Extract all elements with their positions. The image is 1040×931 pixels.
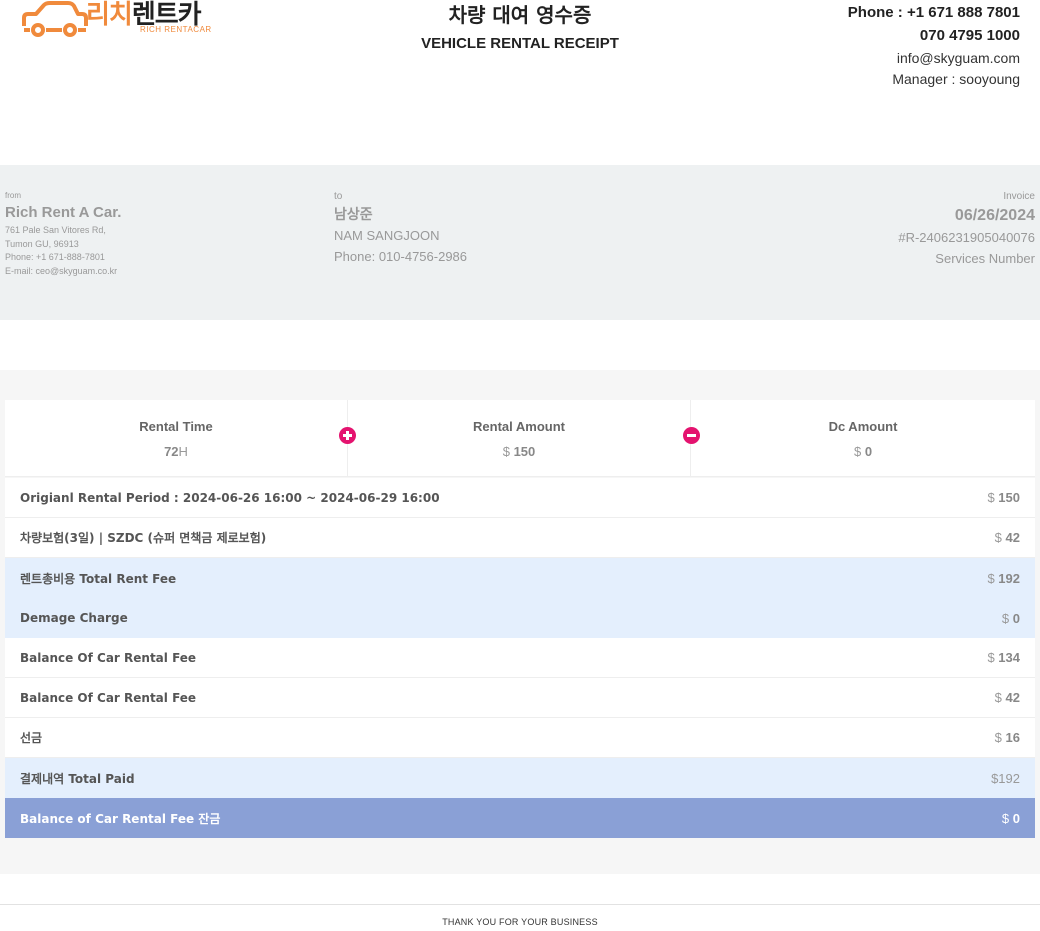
line-item-rental-period: Origianl Rental Period : 2024-06-26 16:0… xyxy=(5,478,1035,518)
rental-time-value: 72H xyxy=(5,444,347,460)
line-item-insurance: 차량보험(3일) | SZDC (슈퍼 면책금 제로보험) $ 42 xyxy=(5,518,1035,558)
invoice-date: 06/26/2024 xyxy=(954,207,1035,224)
line-item-amount: $ 192 xyxy=(987,571,1020,586)
line-item-label: 렌트총비용 Total Rent Fee xyxy=(20,571,177,586)
rental-amount-currency: $ xyxy=(502,444,510,459)
rental-time-label: Rental Time xyxy=(139,419,213,434)
to-phone: Phone: 010-4756-2986 xyxy=(334,249,468,264)
line-item-damage-charge: Demage Charge $ 0 xyxy=(5,598,1035,638)
line-item-amount: $ 0 xyxy=(1002,611,1020,626)
line-item-currency: $ xyxy=(994,530,1002,545)
line-item-amount: $192 xyxy=(991,771,1020,786)
line-item-currency: $ xyxy=(1001,610,1010,626)
from-label: from xyxy=(5,191,21,200)
rental-amount-label: Rental Amount xyxy=(473,419,565,434)
line-item-currency: $ xyxy=(1001,810,1010,826)
contact-phone-secondary: 070 4795 1000 xyxy=(919,27,1020,44)
line-item-amount: $ 42 xyxy=(995,530,1020,545)
footer-thanks: THANK YOU FOR YOUR BUSINESS xyxy=(442,917,598,927)
line-item-amount: $ 0 xyxy=(1002,811,1020,826)
line-item-total-paid: 결제내역 Total Paid $192 xyxy=(5,758,1035,798)
contact-manager: Manager : sooyoung xyxy=(892,71,1020,87)
to-block: to 남상준 NAM SANGJOON Phone: 010-4756-2986 xyxy=(334,191,467,267)
line-item-amount: $ 134 xyxy=(987,650,1020,665)
from-address-line2: Tumon GU, 96913 xyxy=(5,238,79,249)
contact-phone: Phone : +1 671 888 7801 xyxy=(847,4,1020,21)
dc-amount-label: Dc Amount xyxy=(828,419,898,434)
line-item-label: 선금 xyxy=(20,731,43,745)
from-address-line1: 761 Pale San Vitores Rd, xyxy=(5,225,106,235)
line-item-value: 150 xyxy=(998,490,1020,505)
car-logo-icon xyxy=(22,1,88,37)
line-item-total-rent-fee: 렌트총비용 Total Rent Fee $ 192 xyxy=(5,558,1035,598)
invoice-label: Invoice xyxy=(1003,191,1035,202)
rental-time-number: 72 xyxy=(164,444,179,459)
services-number-label: Services Number xyxy=(935,251,1035,266)
receipt-panel: Rental Time 72H Rental Amount $ 150 Dc A… xyxy=(0,370,1040,874)
line-item-value: 42 xyxy=(1005,530,1020,545)
receipt-line-items: Origianl Rental Period : 2024-06-26 16:0… xyxy=(5,478,1035,838)
invoice-block: Invoice 06/26/2024 #R-2406231905040076 S… xyxy=(898,191,1035,269)
dc-amount-cell: Dc Amount $ 0 xyxy=(691,400,1035,477)
from-phone: Phone: +1 671-888-7801 xyxy=(5,252,105,262)
rental-amount-value: $ 150 xyxy=(348,444,690,460)
line-item-value: 42 xyxy=(1005,690,1020,705)
invoice-number: #R-2406231905040076 xyxy=(898,230,1035,245)
line-item-deposit: 선금 $ 16 xyxy=(5,718,1035,758)
line-item-amount: $ 150 xyxy=(987,490,1020,505)
line-item-label: Balance Of Car Rental Fee xyxy=(20,650,197,665)
receipt-title-english: VEHICLE RENTAL RECEIPT xyxy=(421,35,619,52)
from-block: from Rich Rent A Car. 761 Pale San Vitor… xyxy=(5,191,121,278)
rental-amount-number: 150 xyxy=(513,444,536,459)
line-item-currency: $ xyxy=(987,570,995,586)
receipt-title: 차량 대여 영수증 VEHICLE RENTAL RECEIPT xyxy=(320,2,720,52)
company-logo: 리치렌트카 RICH RENTACAR xyxy=(20,0,230,44)
line-item-value: 192 xyxy=(998,770,1020,786)
line-item-currency: $ xyxy=(987,490,995,505)
from-email: E-mail: ceo@skyguam.co.kr xyxy=(5,265,118,276)
rental-time-unit: H xyxy=(178,444,188,459)
rental-amount-cell: Rental Amount $ 150 xyxy=(348,400,690,477)
line-item-currency: $ xyxy=(987,650,995,665)
contact-email: info@skyguam.com xyxy=(896,50,1020,66)
dc-amount-value: $ 0 xyxy=(691,444,1035,460)
line-item-currency: $ xyxy=(994,730,1002,745)
line-item-label: 차량보험(3일) | SZDC (슈퍼 면책금 제로보험) xyxy=(20,531,267,545)
dc-amount-number: 0 xyxy=(864,444,873,459)
company-contact: Phone : +1 671 888 7801 070 4795 1000 in… xyxy=(848,4,1020,88)
from-company-name: Rich Rent A Car. xyxy=(5,204,122,221)
line-item-label: 결제내역 Total Paid xyxy=(20,771,135,786)
line-item-label: Balance of Car Rental Fee 잔금 xyxy=(20,811,221,826)
line-item-balance-due: Balance of Car Rental Fee 잔금 $ 0 xyxy=(5,798,1035,838)
to-name-korean: 남상준 xyxy=(334,207,373,223)
invoice-info-band: from Rich Rent A Car. 761 Pale San Vitor… xyxy=(0,165,1040,320)
logo-wordmark-part1: 리치 xyxy=(86,0,133,30)
line-item-balance-fee: Balance Of Car Rental Fee $ 42 xyxy=(5,678,1035,718)
line-item-value: 0 xyxy=(1012,810,1020,826)
line-item-label: Origianl Rental Period : 2024-06-26 16:0… xyxy=(20,490,440,505)
line-item-value: 16 xyxy=(1005,730,1020,745)
rental-time-cell: Rental Time 72H xyxy=(5,400,347,477)
line-item-balance-fee: Balance Of Car Rental Fee $ 134 xyxy=(5,638,1035,678)
rental-summary: Rental Time 72H Rental Amount $ 150 Dc A… xyxy=(5,400,1035,477)
logo-subtitle: RICH RENTACAR xyxy=(140,25,212,34)
line-item-amount: $ 16 xyxy=(995,730,1020,745)
line-item-label: Demage Charge xyxy=(20,611,128,625)
line-item-label: Balance Of Car Rental Fee xyxy=(20,690,197,705)
to-label: to xyxy=(334,191,343,202)
line-item-currency: $ xyxy=(994,690,1002,705)
line-item-value: 0 xyxy=(1012,610,1020,626)
dc-amount-currency: $ xyxy=(853,444,862,459)
footer-divider xyxy=(0,904,1040,905)
line-item-amount: $ 42 xyxy=(995,690,1020,705)
receipt-title-korean: 차량 대여 영수증 xyxy=(448,3,592,27)
line-item-value: 134 xyxy=(998,650,1020,665)
line-item-value: 192 xyxy=(998,570,1020,586)
to-name-english: NAM SANGJOON xyxy=(334,228,440,243)
